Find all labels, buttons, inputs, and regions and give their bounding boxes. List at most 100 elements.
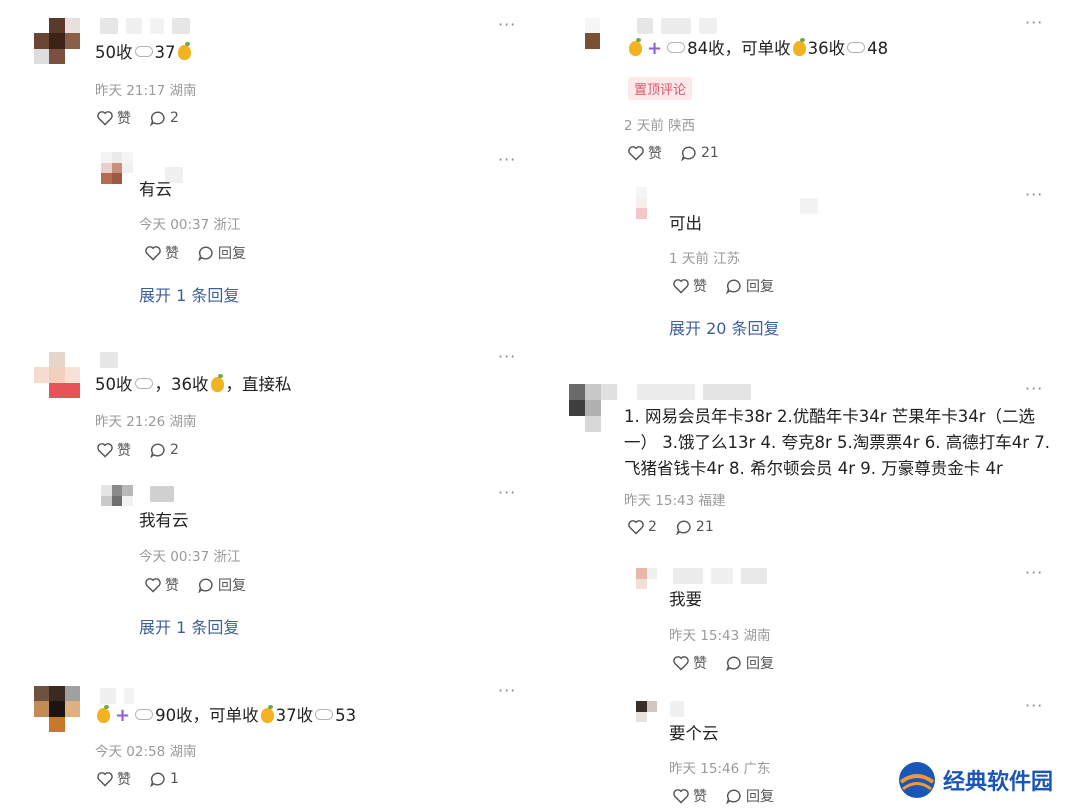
watermark-logo: 经典软件园 <box>897 760 1053 800</box>
heart-outline-icon <box>97 111 113 126</box>
mango-emoji-icon <box>210 374 224 392</box>
expand-replies-link[interactable]: 展开 1 条回复 <box>139 282 239 306</box>
cloud-emoji-icon <box>667 42 686 53</box>
heart-outline-icon <box>628 520 644 535</box>
reply-avatar[interactable] <box>101 485 133 517</box>
like-button[interactable]: 赞 <box>672 653 707 673</box>
more-dots-icon[interactable]: ··· <box>1025 565 1043 581</box>
comment-text: +84收，可单收 36收 48 <box>627 37 888 61</box>
reply-actions: 赞 回复 <box>144 243 246 263</box>
reply-username-blurred[interactable] <box>800 198 818 214</box>
like-button[interactable]: 赞 <box>144 243 179 263</box>
more-dots-icon[interactable]: ··· <box>1025 381 1043 397</box>
reply-avatar[interactable] <box>636 187 668 219</box>
more-dots-icon[interactable]: ··· <box>498 683 516 699</box>
reply-button[interactable]: 回复 <box>197 243 246 263</box>
heart-outline-icon <box>145 246 161 261</box>
like-button[interactable]: 赞 <box>144 575 179 595</box>
comment-actions: 赞 2 <box>96 108 179 128</box>
reply-avatar[interactable] <box>101 152 133 184</box>
reply-username-blurred[interactable] <box>150 486 174 502</box>
plus-emoji-icon: + <box>115 705 131 726</box>
username-blurred[interactable] <box>637 18 717 34</box>
reply-username-blurred[interactable] <box>670 701 684 717</box>
comment-bubble-icon <box>150 772 165 787</box>
comment-text: 50收 37 <box>95 41 193 65</box>
reply-username-blurred[interactable] <box>673 568 767 584</box>
more-dots-icon[interactable]: ··· <box>498 152 516 168</box>
more-dots-icon[interactable]: ··· <box>498 17 516 33</box>
username-blurred[interactable] <box>100 352 118 368</box>
comment-bubble-icon <box>198 246 213 261</box>
comment-bubble-icon <box>726 656 741 671</box>
avatar[interactable] <box>34 686 80 732</box>
username-blurred[interactable] <box>100 688 134 704</box>
reply-avatar[interactable] <box>636 568 668 600</box>
like-button[interactable]: 赞 <box>96 108 131 128</box>
more-dots-icon[interactable]: ··· <box>1025 187 1043 203</box>
mango-emoji-icon <box>260 705 274 723</box>
comment-actions: 2 21 <box>627 519 714 535</box>
comment-meta: 2 天前 陕西 <box>624 118 696 134</box>
mango-emoji-icon <box>629 38 642 56</box>
comment-meta: 昨天 21:17 湖南 <box>95 83 197 99</box>
reply-text: 我要 <box>669 590 702 609</box>
username-blurred[interactable] <box>100 18 190 34</box>
cloud-emoji-icon <box>134 46 153 57</box>
like-button[interactable]: 赞 <box>96 769 131 789</box>
more-dots-icon[interactable]: ··· <box>1025 15 1043 31</box>
comment-button[interactable]: 21 <box>675 519 714 535</box>
comment-meta: 昨天 21:26 湖南 <box>95 414 197 430</box>
like-button[interactable]: 赞 <box>672 276 707 296</box>
comment-bubble-icon <box>676 520 691 535</box>
comment-button[interactable]: 1 <box>149 771 179 787</box>
like-button[interactable]: 赞 <box>627 143 662 163</box>
avatar[interactable] <box>34 18 80 64</box>
reply-text: 有云 <box>139 180 172 199</box>
reply-button[interactable]: 回复 <box>725 786 774 806</box>
avatar[interactable] <box>569 384 617 432</box>
username-blurred[interactable] <box>637 384 751 400</box>
reply-avatar[interactable] <box>636 701 668 733</box>
heart-outline-icon <box>673 279 689 294</box>
reply-actions: 赞 回复 <box>144 575 246 595</box>
reply-actions: 赞 回复 <box>672 276 774 296</box>
reply-button[interactable]: 回复 <box>725 653 774 673</box>
heart-outline-icon <box>673 789 689 804</box>
cloud-emoji-icon <box>134 378 153 389</box>
more-dots-icon[interactable]: ··· <box>498 485 516 501</box>
reply-meta: 今天 00:37 浙江 <box>139 549 241 565</box>
comment-bubble-icon <box>198 578 213 593</box>
expand-replies-link[interactable]: 展开 1 条回复 <box>139 614 239 638</box>
reply-meta: 昨天 15:46 广东 <box>669 761 771 777</box>
like-label: 赞 <box>117 111 131 127</box>
comment-button[interactable]: 2 <box>149 110 179 126</box>
comment-bubble-icon <box>150 443 165 458</box>
reply-actions: 赞 回复 <box>672 653 774 673</box>
more-dots-icon[interactable]: ··· <box>1025 698 1043 714</box>
plus-emoji-icon: + <box>647 38 663 59</box>
comment-actions: 赞 2 <box>96 440 179 460</box>
comment-actions: 赞 21 <box>627 143 719 163</box>
like-button[interactable]: 赞 <box>672 786 707 806</box>
more-dots-icon[interactable]: ··· <box>498 349 516 365</box>
comment-meta: 昨天 15:43 福建 <box>624 493 726 509</box>
avatar[interactable] <box>585 18 631 64</box>
watermark-text: 经典软件园 <box>943 770 1054 795</box>
cloud-emoji-icon <box>847 42 866 53</box>
reply-meta: 1 天前 江苏 <box>669 251 741 267</box>
mango-emoji-icon <box>792 38 806 56</box>
comment-actions: 赞 1 <box>96 769 179 789</box>
reply-button[interactable]: 回复 <box>725 276 774 296</box>
comment-text: +90收，可单收 37收 53 <box>95 704 356 728</box>
reply-text: 我有云 <box>139 511 189 530</box>
expand-replies-link[interactable]: 展开 20 条回复 <box>669 315 780 339</box>
reply-button[interactable]: 回复 <box>197 575 246 595</box>
like-button[interactable]: 2 <box>627 519 657 535</box>
like-button[interactable]: 赞 <box>96 440 131 460</box>
reply-text: 要个云 <box>669 724 719 743</box>
comment-button[interactable]: 2 <box>149 442 179 458</box>
avatar[interactable] <box>34 352 80 398</box>
comment-button[interactable]: 21 <box>680 145 719 161</box>
column-divider <box>540 0 560 810</box>
